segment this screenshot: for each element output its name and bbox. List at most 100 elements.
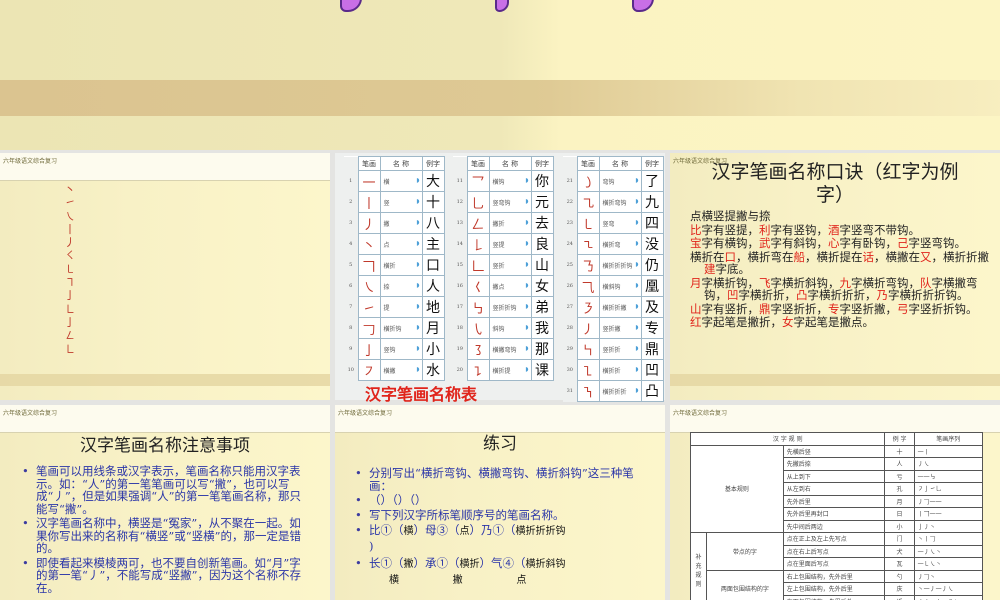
speaker-icon[interactable]: ◗	[416, 240, 421, 247]
speaker-icon[interactable]: ◗	[525, 324, 530, 331]
stroke-sequence: 丿㇏	[913, 457, 984, 471]
speaker-icon[interactable]: ◗	[635, 387, 640, 394]
table-row: 31 ㇎ ◗ 横折折折凸	[563, 380, 664, 402]
mnemonic-text: 字有竖钩，	[770, 222, 829, 237]
rule: 点在正上及左上先写点	[782, 532, 886, 546]
speaker-icon[interactable]: ◗	[416, 198, 421, 205]
example-char: 话	[862, 249, 875, 264]
stroke-order-rules-table: 汉 字 规 则例 字笔画序列 基本规则 先横后竖十一丨 先撇后捺人丿㇏ 从上到下亏一一㇉…	[689, 432, 984, 600]
speaker-icon[interactable]: ◗	[416, 303, 421, 310]
rule: 先撇后捺	[782, 457, 886, 471]
rule: 先中间后两边	[782, 519, 886, 533]
speaker-icon[interactable]: ◗	[416, 282, 421, 289]
stroke-glyph: ㇀	[357, 296, 381, 318]
stroke-glyph: 丨	[357, 191, 381, 213]
speaker-icon[interactable]: ◗	[635, 240, 640, 247]
speaker-icon[interactable]: ◗	[416, 177, 421, 184]
example-char: 宝	[690, 236, 702, 250]
table-row: 5 𠃍 ◗ 横折口	[344, 254, 445, 276]
stroke-glyph: ㇗	[64, 302, 76, 316]
speaker-icon[interactable]: ◗	[635, 282, 640, 289]
stroke-glyph: 亅	[64, 315, 76, 329]
speaker-icon[interactable]: ◗	[525, 345, 530, 352]
speaker-icon[interactable]: ◗	[635, 219, 640, 226]
mnemonic-text: 字横折折，	[738, 288, 797, 302]
stroke-name: ◗ 横折弯钩	[598, 191, 642, 213]
stroke-name: ◗ 横斜钩	[598, 275, 642, 297]
table-row: 7 ㇀ ◗ 提地	[344, 296, 445, 318]
title-slide-banner	[0, 0, 1000, 150]
row-number: 7	[344, 296, 358, 318]
speaker-icon[interactable]: ◗	[525, 240, 530, 247]
slide-mnemonic[interactable]: 六年级语文综合复习 汉字笔画名称口诀（红字为例字） 点横竖提撇与捺 比字有竖提，利…	[670, 153, 1000, 400]
slide-exercise[interactable]: 六年级语文综合复习 练习 分别写出“横折弯钩、横撇弯钩、横折斜钩”这三种笔画： …	[335, 405, 665, 600]
table-row: 23 ㇄ ◗ 竖弯四	[563, 212, 664, 234]
column-header: 例字	[530, 156, 554, 171]
table-row: 6 ㇏ ◗ 捺人	[344, 275, 445, 297]
table-row: 两面包围结构的字 右上包围结构，先外后里勺丿𠃌丶	[691, 569, 984, 600]
example-char: 心	[828, 236, 840, 250]
stroke-name: ◗ 弯钩	[598, 170, 642, 192]
stroke-glyph: 乛	[466, 170, 490, 192]
stroke-glyph: ㇡	[576, 254, 600, 276]
stroke-sequence: 丶一丿一丿㇏	[913, 582, 984, 596]
stroke-glyph: ㇄	[576, 212, 600, 234]
speaker-icon[interactable]: ◗	[416, 261, 421, 268]
stroke-name: ◗ 横折弯	[598, 233, 642, 255]
speaker-icon[interactable]: ◗	[635, 366, 640, 373]
stroke-name: ◗ 横撇弯钩	[488, 338, 532, 360]
mnemonic-text: 点横竖提撇与捺 比字有竖提，利字有竖钩，酒字竖弯不带钩。 宝字有横钩，武字有斜钩，心…	[690, 210, 990, 330]
example-char: 人	[421, 275, 445, 297]
speaker-icon[interactable]: ◗	[635, 261, 640, 268]
speaker-icon[interactable]: ◗	[525, 261, 530, 268]
stroke-name: ◗ 撇	[379, 212, 423, 234]
speaker-icon[interactable]: ◗	[416, 345, 421, 352]
speaker-icon[interactable]: ◗	[525, 177, 530, 184]
slide-stroke-table[interactable]: 笔画名 称例字 1 一 ◗ 横大 2 丨 ◗ 竖十 3 丿 ◗ 撇八 4 丶 ◗ 点主 5 𠃍 ◗ 横折口 6 ㇏ ◗ 捺人 7 ㇀…	[335, 153, 665, 404]
stroke-table: 笔画名 称例字 1 一 ◗ 横大 2 丨 ◗ 竖十 3 丿 ◗ 撇八 4 丶 ◗ 点主 5 𠃍 ◗ 横折口 6 ㇏ ◗ 捺人 7 ㇀…	[344, 156, 445, 381]
speaker-icon[interactable]: ◗	[635, 345, 640, 352]
speaker-icon[interactable]: ◗	[525, 303, 530, 310]
row-number: 18	[453, 317, 467, 339]
stroke-name: ◗ 提	[379, 296, 423, 318]
table-row: 24 ㇍ ◗ 横折弯没	[563, 233, 664, 255]
table-row: 19 ㇌ ◗ 横撇弯钩那	[453, 338, 554, 360]
speaker-icon[interactable]: ◗	[416, 219, 421, 226]
slide-notes[interactable]: 六年级语文综合复习 汉字笔画名称注意事项 笔画可以用线条或汉字表示，笔画名称只能…	[0, 405, 330, 600]
example-char: 月	[884, 494, 915, 508]
speaker-icon[interactable]: ◗	[635, 198, 640, 205]
speaker-icon[interactable]: ◗	[525, 198, 530, 205]
speaker-icon[interactable]: ◗	[416, 366, 421, 373]
column-header: 名 称	[598, 156, 642, 171]
table-row: 10 ㇇ ◗ 横撇水	[344, 359, 445, 381]
list-item: （）（）（）	[355, 494, 655, 507]
table-row: 12 乚 ◗ 竖弯钩元	[453, 191, 554, 213]
row-number: 8	[344, 317, 358, 339]
example-char: 比	[690, 222, 702, 237]
speaker-icon[interactable]: ◗	[525, 282, 530, 289]
row-number: 1	[344, 170, 358, 192]
stroke-sequence: 一丨	[913, 444, 984, 458]
speaker-icon[interactable]: ◗	[635, 177, 640, 184]
stroke-glyph: 丿	[357, 212, 381, 234]
speaker-icon[interactable]: ◗	[525, 219, 530, 226]
example-char: 近	[884, 594, 915, 600]
stroke-glyph: 亅	[357, 338, 381, 360]
speaker-icon[interactable]: ◗	[635, 303, 640, 310]
example-char: 主	[421, 233, 445, 255]
slide-stroke-order-rules[interactable]: 六年级语文综合复习 汉 字 规 则例 字笔画序列 基本规则 先横后竖十一丨 先撇后捺人…	[670, 405, 1000, 600]
example-char: 地	[421, 296, 445, 318]
table-row: 29 ㇞ ◗ 竖折折鼎	[563, 338, 664, 360]
speaker-icon[interactable]: ◗	[525, 366, 530, 373]
stroke-sequence: 一一㇉	[913, 469, 984, 483]
stroke-glyph: 𠃌	[357, 317, 381, 339]
stroke-glyph: ㇛	[64, 249, 76, 263]
group-label: 补充规则	[690, 532, 707, 600]
rule: 左上包围结构，先外后里	[782, 582, 886, 596]
example-char: 酒	[828, 222, 840, 237]
table-row: 14 𠄌 ◗ 竖提良	[453, 233, 554, 255]
speaker-icon[interactable]: ◗	[416, 324, 421, 331]
speaker-icon[interactable]: ◗	[635, 324, 640, 331]
slide-strokes[interactable]: 六年级语文综合复习 丶㇀㇏丨丿㇛㇄㇕亅㇗亅㇜㇗	[0, 153, 330, 400]
stroke-glyph: ㇗	[64, 342, 76, 356]
